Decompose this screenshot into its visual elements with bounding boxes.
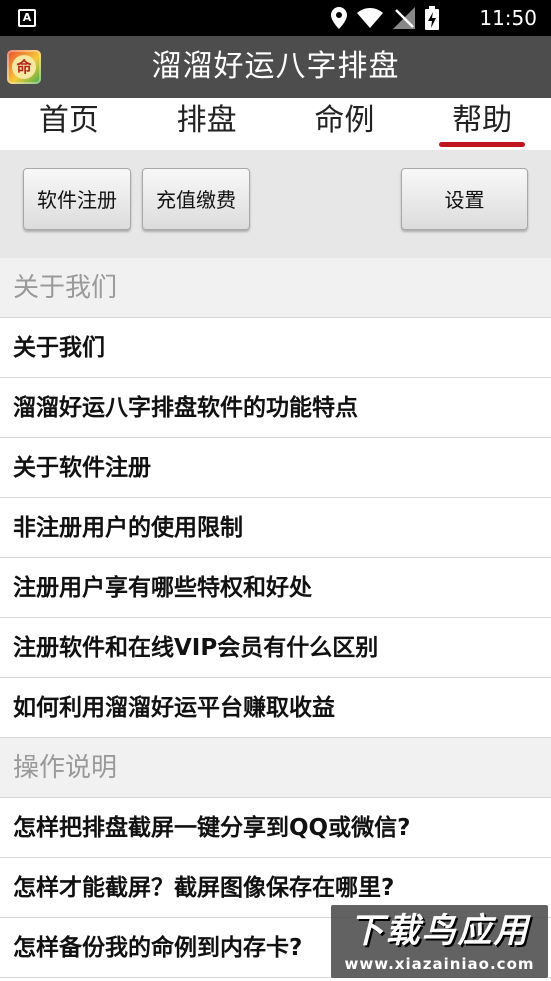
list-item[interactable]: 注册用户享有哪些特权和好处: [0, 558, 551, 618]
watermark-url: www.xiazainiao.com: [344, 955, 535, 973]
tab-cases[interactable]: 命例: [276, 98, 414, 150]
list-item[interactable]: 关于软件注册: [0, 438, 551, 498]
tab-help[interactable]: 帮助: [413, 98, 551, 150]
list-item[interactable]: 注册软件和在线VIP会员有什么区别: [0, 618, 551, 678]
status-bar: A 11:50: [0, 0, 551, 36]
recharge-button[interactable]: 充值缴费: [142, 168, 250, 230]
status-icons: [331, 6, 439, 30]
section-header-operation: 操作说明: [0, 738, 551, 798]
app-notification-icon: A: [18, 9, 36, 27]
watermark-title: 下载鸟应用: [349, 911, 530, 951]
wifi-icon: [357, 8, 383, 28]
help-toolbar: 软件注册 充值缴费 设置: [0, 150, 551, 258]
battery-charging-icon: [425, 6, 439, 30]
settings-button[interactable]: 设置: [401, 168, 528, 230]
app-title-bar: 命 溜溜好运八字排盘: [0, 36, 551, 98]
tab-home[interactable]: 首页: [0, 98, 138, 150]
tab-bar: 首页 排盘 命例 帮助: [0, 98, 551, 150]
status-time: 11:50: [479, 6, 537, 30]
no-signal-icon: [393, 7, 415, 29]
list-item[interactable]: 如何利用溜溜好运平台赚取收益: [0, 678, 551, 738]
list-item[interactable]: 非注册用户的使用限制: [0, 498, 551, 558]
list-item[interactable]: 怎样把排盘截屏一键分享到QQ或微信?: [0, 798, 551, 858]
app-title: 溜溜好运八字排盘: [151, 49, 400, 84]
help-list: 关于我们 关于我们 溜溜好运八字排盘软件的功能特点 关于软件注册 非注册用户的使…: [0, 258, 551, 978]
list-item[interactable]: 溜溜好运八字排盘软件的功能特点: [0, 378, 551, 438]
list-item[interactable]: 关于我们: [0, 318, 551, 378]
section-header-about: 关于我们: [0, 258, 551, 318]
software-register-button[interactable]: 软件注册: [23, 168, 131, 230]
watermark: 下载鸟应用 www.xiazainiao.com: [331, 905, 548, 978]
tab-chart[interactable]: 排盘: [138, 98, 276, 150]
location-icon: [331, 7, 347, 29]
